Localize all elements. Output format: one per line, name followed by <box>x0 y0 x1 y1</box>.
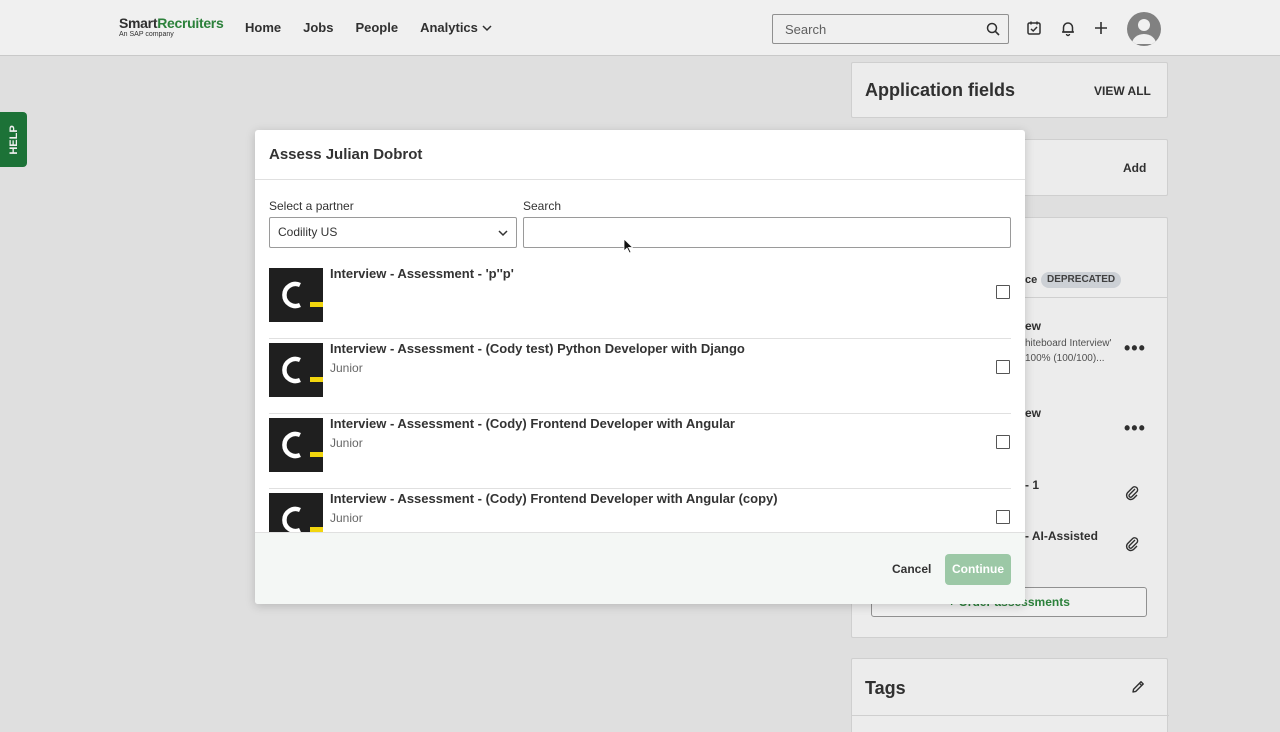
codility-logo-icon <box>282 281 323 309</box>
assessment-checkbox[interactable] <box>996 360 1010 374</box>
assessment-title: Interview - Assessment - (Cody) Frontend… <box>330 416 735 431</box>
chevron-down-icon <box>498 230 508 237</box>
assessment-checkbox[interactable] <box>996 435 1010 449</box>
dialog-header-divider <box>255 179 1025 180</box>
codility-logo <box>269 343 323 397</box>
assessment-checkbox[interactable] <box>996 285 1010 299</box>
codility-logo-icon <box>282 506 323 533</box>
codility-logo <box>269 418 323 472</box>
partner-select-value: Codility US <box>278 225 338 239</box>
assessment-title: Interview - Assessment - (Cody) Frontend… <box>330 491 778 506</box>
codility-logo <box>269 493 323 533</box>
assessment-list: Interview - Assessment - 'p''p' Intervie… <box>269 264 1011 533</box>
assessment-checkbox[interactable] <box>996 510 1010 524</box>
partner-select[interactable]: Codility US <box>269 217 517 248</box>
assessment-title: Interview - Assessment - 'p''p' <box>330 266 514 281</box>
cancel-button[interactable]: Cancel <box>892 562 931 576</box>
assessment-level: Junior <box>330 511 363 525</box>
list-item[interactable]: Interview - Assessment - 'p''p' <box>269 264 1011 339</box>
assessment-title: Interview - Assessment - (Cody test) Pyt… <box>330 341 745 356</box>
assessment-search[interactable] <box>523 217 1011 248</box>
assessment-level: Junior <box>330 361 363 375</box>
codility-logo <box>269 268 323 322</box>
list-item[interactable]: Interview - Assessment - (Cody) Frontend… <box>269 489 1011 533</box>
partner-label: Select a partner <box>269 199 354 213</box>
dialog-title: Assess Julian Dobrot <box>269 146 423 163</box>
assessment-level: Junior <box>330 436 363 450</box>
mouse-cursor-icon <box>623 238 633 254</box>
assessment-search-input[interactable] <box>524 218 1010 247</box>
list-item[interactable]: Interview - Assessment - (Cody test) Pyt… <box>269 339 1011 414</box>
codility-logo-icon <box>282 356 323 384</box>
search-label: Search <box>523 199 562 213</box>
dialog-footer: Cancel Continue <box>255 532 1025 604</box>
assess-candidate-dialog: Assess Julian Dobrot Select a partner Co… <box>255 130 1025 604</box>
list-item[interactable]: Interview - Assessment - (Cody) Frontend… <box>269 414 1011 489</box>
codility-logo-icon <box>282 431 323 459</box>
continue-button[interactable]: Continue <box>945 554 1011 585</box>
